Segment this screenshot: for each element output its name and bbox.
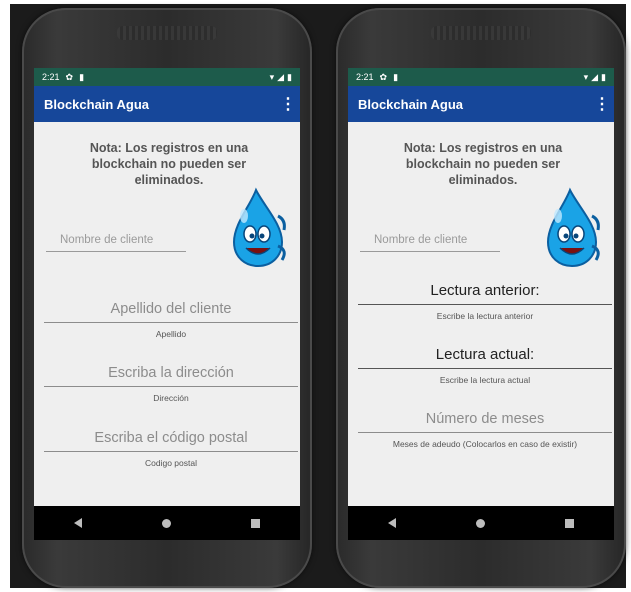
signal-icon: ◢ — [277, 71, 285, 82]
address-helper: Dirección — [153, 393, 189, 403]
speaker-grille — [117, 26, 217, 40]
battery-icon: ▮ — [601, 71, 606, 82]
form-content: Nota: Los registros en una blockchain no… — [34, 122, 300, 486]
phone-left: 2:21 ✿ ▮ ▾ ◢ ▮ Blockchain Agua ⋮ Nota: L… — [22, 8, 312, 588]
overflow-menu-icon[interactable]: ⋮ — [280, 94, 296, 114]
status-time: 2:21 — [356, 72, 374, 82]
nav-bar — [34, 506, 300, 540]
app-title: Blockchain Agua — [44, 96, 149, 112]
current-reading-helper: Escribe la lectura actual — [439, 375, 531, 385]
recents-icon[interactable] — [565, 518, 574, 528]
postal-code-field: Escriba el código postal Codigo postal — [44, 425, 298, 468]
customer-name-input[interactable]: Nombre de cliente — [360, 228, 500, 252]
previous-reading-input[interactable]: Lectura anterior: — [358, 278, 612, 305]
status-bar: 2:21 ✿ ▮ ▾ ◢ ▮ — [348, 68, 614, 86]
water-drop-mascot — [232, 187, 286, 268]
wifi-icon: ▾ — [583, 71, 589, 82]
current-reading-field: Lectura actual: Escribe la lectura actua… — [358, 342, 612, 385]
recents-icon[interactable] — [251, 518, 260, 528]
lastname-helper: Apellido — [155, 329, 187, 339]
status-time: 2:21 — [42, 72, 60, 82]
back-icon[interactable] — [74, 518, 82, 528]
nav-bar — [348, 506, 614, 540]
postal-code-input[interactable]: Escriba el código postal — [44, 425, 298, 452]
address-field: Escriba la dirección Dirección — [44, 360, 298, 403]
lastname-input[interactable]: Apellido del cliente — [44, 296, 298, 323]
status-bar: 2:21 ✿ ▮ ▾ ◢ ▮ — [34, 68, 300, 86]
settings-icon: ✿ — [65, 71, 74, 82]
screen-right: 2:21 ✿ ▮ ▾ ◢ ▮ Blockchain Agua ⋮ Nota: L… — [348, 68, 614, 540]
home-icon[interactable] — [476, 518, 485, 528]
water-drop-mascot — [546, 187, 600, 268]
postal-code-helper: Codigo postal — [145, 458, 197, 468]
previous-reading-field: Lectura anterior: Escribe la lectura ant… — [358, 278, 612, 321]
home-icon[interactable] — [162, 518, 171, 528]
screen-left: 2:21 ✿ ▮ ▾ ◢ ▮ Blockchain Agua ⋮ Nota: L… — [34, 68, 300, 540]
battery-icon: ▮ — [287, 71, 292, 82]
app-bar: Blockchain Agua ⋮ — [34, 86, 300, 122]
customer-name-input[interactable]: Nombre de cliente — [46, 228, 186, 252]
app-bar: Blockchain Agua ⋮ — [348, 86, 614, 122]
speaker-grille — [431, 26, 531, 40]
months-input[interactable]: Número de meses — [358, 406, 612, 433]
address-input[interactable]: Escriba la dirección — [44, 360, 298, 387]
settings-icon: ✿ — [379, 71, 388, 82]
current-reading-input[interactable]: Lectura actual: — [358, 342, 612, 369]
note-text: Nota: Los registros en una blockchain no… — [89, 141, 249, 187]
lastname-field: Apellido del cliente Apellido — [44, 296, 298, 339]
sd-card-icon: ▮ — [79, 71, 85, 82]
signal-icon: ◢ — [591, 71, 599, 82]
months-helper: Meses de adeudo (Colocarlos en caso de e… — [392, 439, 578, 449]
back-icon[interactable] — [388, 518, 396, 528]
sd-card-icon: ▮ — [393, 71, 399, 82]
app-title: Blockchain Agua — [358, 96, 463, 112]
note-text: Nota: Los registros en una blockchain no… — [403, 141, 563, 187]
months-field: Número de meses Meses de adeudo (Colocar… — [358, 406, 612, 449]
previous-reading-helper: Escribe la lectura anterior — [436, 311, 534, 321]
overflow-menu-icon[interactable]: ⋮ — [594, 94, 610, 114]
phone-right: 2:21 ✿ ▮ ▾ ◢ ▮ Blockchain Agua ⋮ Nota: L… — [336, 8, 626, 588]
form-content: Nota: Los registros en una blockchain no… — [348, 122, 614, 486]
wifi-icon: ▾ — [269, 71, 275, 82]
